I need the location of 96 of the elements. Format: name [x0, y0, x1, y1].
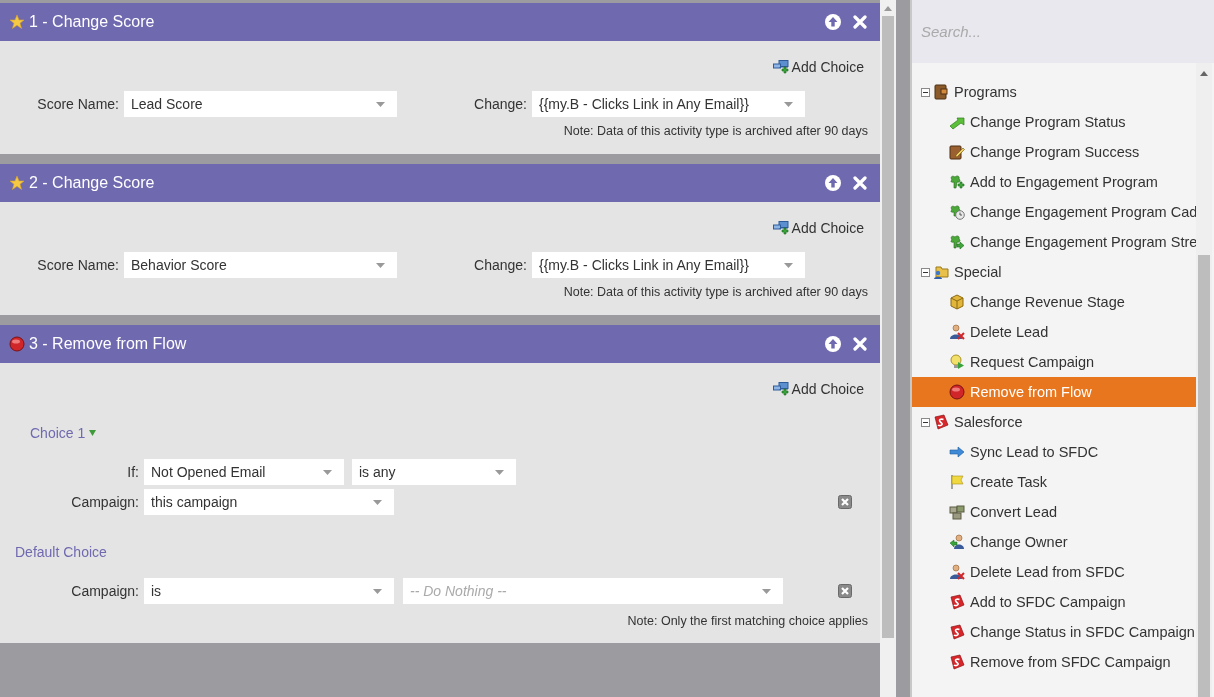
add-choice-icon: [772, 221, 791, 235]
dropdown[interactable]: is: [144, 578, 394, 604]
badge-icon: [949, 624, 965, 640]
stop-icon: [9, 336, 25, 352]
stop-icon: [949, 384, 965, 400]
sprout-plus-icon: [949, 174, 965, 190]
tree-category[interactable]: Programs: [912, 77, 1196, 107]
tree-item[interactable]: Sync Lead to SFDC: [912, 437, 1196, 467]
dropdown[interactable]: this campaign: [144, 489, 394, 515]
tree-item[interactable]: Change Revenue Stage: [912, 287, 1196, 317]
delete-icon[interactable]: [838, 584, 852, 598]
tree-item[interactable]: Change Program Status: [912, 107, 1196, 137]
dropdown[interactable]: is any: [352, 459, 516, 485]
move-up-icon[interactable]: [825, 14, 841, 30]
tree-item[interactable]: Change Status in SFDC Campaign: [912, 617, 1196, 647]
document-pencil-icon: [949, 144, 965, 160]
collapse-toggle-icon[interactable]: [921, 417, 930, 427]
tree-item[interactable]: Remove from SFDC Campaign: [912, 647, 1196, 677]
scroll-up-icon[interactable]: [884, 6, 892, 11]
field-label: Campaign:: [70, 583, 140, 599]
step-title: 3 - Remove from Flow: [29, 335, 187, 353]
move-up-icon[interactable]: [825, 336, 841, 352]
move-up-icon[interactable]: [825, 175, 841, 191]
caret-icon: [376, 101, 385, 107]
field-label: Campaign:: [70, 494, 140, 510]
caret-icon: [376, 262, 385, 268]
field-label: Score Name:: [36, 257, 120, 273]
add-choice-icon: [772, 382, 791, 396]
tree-item[interactable]: Change Engagement Program Stre: [912, 227, 1196, 257]
add-choice-link[interactable]: Add Choice: [772, 220, 864, 236]
close-icon[interactable]: [853, 15, 867, 29]
sprout-arrow-icon: [949, 234, 965, 250]
add-choice-link[interactable]: Add Choice: [772, 381, 864, 397]
caret-icon: [373, 588, 382, 594]
arrow-icon: [949, 114, 965, 130]
field-label: Score Name:: [36, 96, 120, 112]
badge-icon: [933, 414, 949, 430]
dropdown[interactable]: {{my.B - Clicks Link in Any Email}}: [532, 91, 805, 117]
collapse-toggle-icon[interactable]: [921, 267, 930, 277]
tree-item[interactable]: Delete Lead: [912, 317, 1196, 347]
close-icon[interactable]: [853, 337, 867, 351]
tree-item[interactable]: Request Campaign: [912, 347, 1196, 377]
add-choice-icon: [772, 60, 791, 74]
field-label: Change:: [473, 257, 528, 273]
tree-category[interactable]: Salesforce: [912, 407, 1196, 437]
tree-item[interactable]: Add to SFDC Campaign: [912, 587, 1196, 617]
note-text: Note: Only the first matching choice applies: [627, 614, 868, 628]
tree-item[interactable]: Change Program Success: [912, 137, 1196, 167]
caret-icon: [323, 469, 332, 475]
scroll-up-icon[interactable]: [1200, 71, 1208, 76]
tree-item[interactable]: Change Engagement Program Cad: [912, 197, 1196, 227]
tree-item[interactable]: Delete Lead from SFDC: [912, 557, 1196, 587]
bulb-icon: [949, 354, 965, 370]
collapse-toggle-icon[interactable]: [921, 87, 930, 97]
field-label: Change:: [473, 96, 528, 112]
step-title: 2 - Change Score: [29, 174, 155, 192]
dropdown[interactable]: Not Opened Email: [144, 459, 344, 485]
delete-icon[interactable]: [838, 495, 852, 509]
tree-item[interactable]: Change Owner: [912, 527, 1196, 557]
scrollbar[interactable]: [880, 0, 896, 697]
close-icon[interactable]: [853, 176, 867, 190]
person-arrow-icon: [949, 534, 965, 550]
dropdown[interactable]: {{my.B - Clicks Link in Any Email}}: [532, 252, 805, 278]
dropdown[interactable]: Behavior Score: [124, 252, 397, 278]
cube-icon: [949, 294, 965, 310]
star-icon: [9, 14, 25, 30]
caret-icon: [784, 101, 793, 107]
boxes-icon: [949, 504, 965, 520]
choice-title[interactable]: Choice 1: [30, 425, 97, 441]
caret-icon: [784, 262, 793, 268]
dropdown[interactable]: Lead Score: [124, 91, 397, 117]
add-choice-link[interactable]: Add Choice: [772, 59, 864, 75]
note-text: Note: Data of this activity type is archived after 90 days: [563, 285, 868, 299]
person-x-icon: [949, 324, 965, 340]
tree-item[interactable]: Create Task: [912, 467, 1196, 497]
flag-icon: [949, 474, 965, 490]
caret-icon: [762, 588, 771, 594]
star-icon: [9, 175, 25, 191]
arrow-icon: [949, 444, 965, 460]
tree-item[interactable]: Convert Lead: [912, 497, 1196, 527]
tree-item[interactable]: Add to Engagement Program: [912, 167, 1196, 197]
badge-icon: [949, 594, 965, 610]
choice-title: Default Choice: [15, 544, 107, 560]
tree-category[interactable]: Special: [912, 257, 1196, 287]
caret-icon: [495, 469, 504, 475]
caret-icon: [373, 499, 382, 505]
book-icon: [933, 84, 949, 100]
badge-icon: [949, 654, 965, 670]
scrollbar[interactable]: [1196, 63, 1212, 697]
step-title: 1 - Change Score: [29, 13, 155, 31]
person-x-icon: [949, 564, 965, 580]
folder-person-icon: [933, 264, 949, 280]
sprout-clock-icon: [949, 204, 965, 220]
caret-icon: [89, 430, 97, 436]
field-label: If:: [126, 464, 140, 480]
note-text: Note: Data of this activity type is archived after 90 days: [563, 124, 868, 138]
